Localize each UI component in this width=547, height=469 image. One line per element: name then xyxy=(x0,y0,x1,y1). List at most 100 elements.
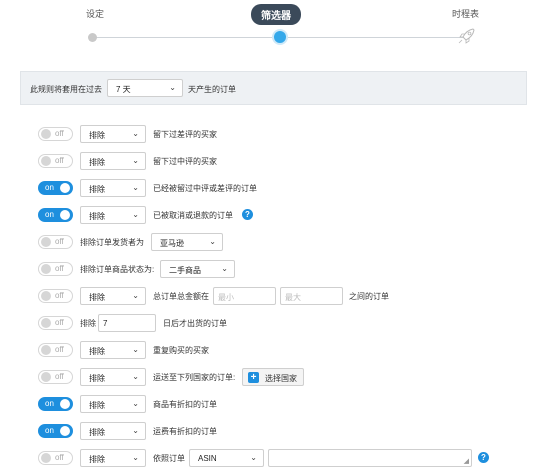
plus-icon: + xyxy=(248,372,259,383)
toggle-switch[interactable]: off xyxy=(38,451,73,465)
rule-text: 已被取消或退款的订单 xyxy=(153,211,233,220)
resize-grip-icon[interactable]: ◢ xyxy=(464,457,469,465)
rule-text: 排除订单发货者为 xyxy=(80,238,144,247)
order-field-select[interactable]: ASIN ⌄ xyxy=(189,449,264,467)
toggle-switch[interactable]: off xyxy=(38,262,73,276)
include-exclude-select[interactable]: 排除 ⌄ xyxy=(80,449,146,467)
rule-feedback-received-orders: on 排除 ⌄ 已经被留过中评或差评的订单 xyxy=(38,179,518,197)
rule-text: 留下过中评的买家 xyxy=(153,157,217,166)
chevron-down-icon: ⌄ xyxy=(132,453,139,462)
toggle-knob xyxy=(41,318,51,328)
rule-ship-after-days: off 排除 7 日后才出货的订单 xyxy=(38,314,518,332)
toggle-state: off xyxy=(55,291,64,300)
toggle-knob xyxy=(41,345,51,355)
toggle-switch[interactable]: off xyxy=(38,343,73,357)
toggle-knob xyxy=(60,426,70,436)
step-schedule-label[interactable]: 时程表 xyxy=(452,7,479,20)
include-exclude-select[interactable]: 排除 ⌄ xyxy=(80,368,146,386)
toggle-knob xyxy=(41,372,51,382)
toggle-state: on xyxy=(45,210,54,219)
step-filter-dot[interactable] xyxy=(274,31,286,43)
rule-negative-feedback-buyers: off 排除 ⌄ 留下过差评的买家 xyxy=(38,125,518,143)
include-exclude-select[interactable]: 排除 ⌄ xyxy=(80,179,146,197)
rule-text: 依照订单 xyxy=(153,454,185,463)
include-exclude-select[interactable]: 排除 ⌄ xyxy=(80,395,146,413)
rule-text-suffix: 之间的订单 xyxy=(349,292,389,301)
step-settings-label[interactable]: 设定 xyxy=(86,7,104,20)
include-exclude-select[interactable]: 排除 ⌄ xyxy=(80,341,146,359)
rule-shipping-discount: on 排除 ⌄ 运费有折扣的订单 xyxy=(38,422,518,440)
chevron-down-icon: ⌄ xyxy=(132,291,139,300)
item-condition-select[interactable]: 二手商品 ⌄ xyxy=(160,260,235,278)
chevron-down-icon: ⌄ xyxy=(132,372,139,381)
help-icon[interactable]: ? xyxy=(478,452,489,463)
rule-by-order-asin: off 排除 ⌄ 依照订单 ASIN ⌄ ◢ ? xyxy=(38,449,518,467)
include-exclude-select[interactable]: 排除 ⌄ xyxy=(80,422,146,440)
max-amount-input[interactable]: 最大 xyxy=(280,287,343,305)
select-value: 排除 xyxy=(89,401,105,410)
time-range-prefix: 此规则将套用在过去 xyxy=(30,85,102,94)
include-exclude-select[interactable]: 排除 ⌄ xyxy=(80,152,146,170)
select-value: 亚马逊 xyxy=(160,239,184,248)
step-line-2 xyxy=(283,37,463,38)
toggle-switch[interactable]: off xyxy=(38,289,73,303)
button-label: 选择国家 xyxy=(265,374,297,383)
chevron-down-icon: ⌄ xyxy=(250,453,257,462)
toggle-state: on xyxy=(45,426,54,435)
toggle-switch[interactable]: off xyxy=(38,127,73,141)
step-settings-dot[interactable] xyxy=(88,33,97,42)
rocket-icon[interactable] xyxy=(456,26,478,46)
toggle-knob xyxy=(60,183,70,193)
chevron-down-icon: ⌄ xyxy=(132,156,139,165)
chevron-down-icon: ⌄ xyxy=(132,399,139,408)
select-value: 排除 xyxy=(89,158,105,167)
toggle-state: off xyxy=(55,345,64,354)
toggle-knob xyxy=(41,264,51,274)
toggle-switch[interactable]: off xyxy=(38,235,73,249)
min-amount-input[interactable]: 最小 xyxy=(213,287,276,305)
chevron-down-icon: ⌄ xyxy=(169,83,176,92)
include-exclude-select[interactable]: 排除 ⌄ xyxy=(80,287,146,305)
toggle-switch[interactable]: on xyxy=(38,208,73,222)
select-value: 排除 xyxy=(89,428,105,437)
select-value: 二手商品 xyxy=(169,266,201,275)
toggle-switch[interactable]: off xyxy=(38,316,73,330)
chevron-down-icon: ⌄ xyxy=(132,210,139,219)
toggle-switch[interactable]: on xyxy=(38,397,73,411)
toggle-switch[interactable]: on xyxy=(38,424,73,438)
toggle-state: off xyxy=(55,129,64,138)
fulfillment-channel-select[interactable]: 亚马逊 ⌄ xyxy=(151,233,223,251)
rule-text: 排除 xyxy=(80,319,96,328)
select-value: 排除 xyxy=(89,293,105,302)
toggle-state: off xyxy=(55,453,64,462)
toggle-state: on xyxy=(45,183,54,192)
include-exclude-select[interactable]: 排除 ⌄ xyxy=(80,206,146,224)
select-value: 排除 xyxy=(89,185,105,194)
select-value: 排除 xyxy=(89,131,105,140)
time-range-suffix: 天产生的订单 xyxy=(188,85,236,94)
toggle-knob xyxy=(41,156,51,166)
time-range-bar: 此规则将套用在过去 7 天 ⌄ 天产生的订单 xyxy=(20,71,527,105)
toggle-knob xyxy=(60,210,70,220)
step-filter-label[interactable]: 筛选器 xyxy=(251,4,301,25)
chevron-down-icon: ⌄ xyxy=(132,129,139,138)
toggle-switch[interactable]: off xyxy=(38,154,73,168)
toggle-switch[interactable]: on xyxy=(38,181,73,195)
chevron-down-icon: ⌄ xyxy=(209,237,216,246)
asin-list-textarea[interactable]: ◢ xyxy=(268,449,472,467)
rule-neutral-feedback-buyers: off 排除 ⌄ 留下过中评的买家 xyxy=(38,152,518,170)
rule-text: 商品有折扣的订单 xyxy=(153,400,217,409)
include-exclude-select[interactable]: 排除 ⌄ xyxy=(80,125,146,143)
select-value: 排除 xyxy=(89,347,105,356)
toggle-state: off xyxy=(55,156,64,165)
rule-repeat-buyers: off 排除 ⌄ 重复购买的买家 xyxy=(38,341,518,359)
toggle-switch[interactable]: off xyxy=(38,370,73,384)
time-range-select[interactable]: 7 天 ⌄ xyxy=(107,79,183,97)
select-countries-button[interactable]: + 选择国家 xyxy=(242,368,304,386)
rule-text-suffix: 日后才出货的订单 xyxy=(163,319,227,328)
toggle-state: off xyxy=(55,318,64,327)
days-input[interactable]: 7 xyxy=(98,314,156,332)
rule-text: 已经被留过中评或差评的订单 xyxy=(153,184,257,193)
toggle-knob xyxy=(41,453,51,463)
help-icon[interactable]: ? xyxy=(242,209,253,220)
